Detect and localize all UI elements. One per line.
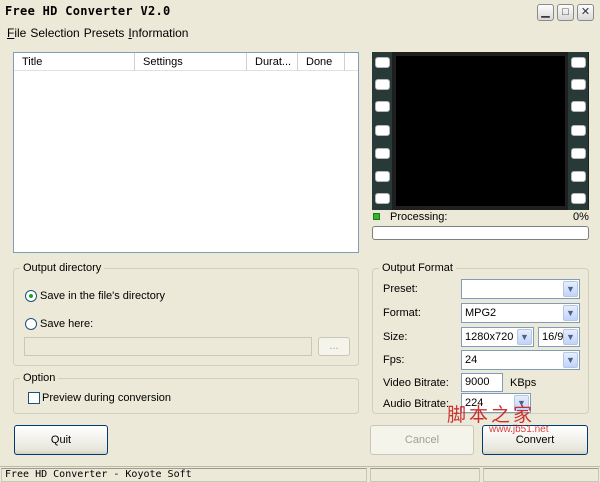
save-here-label[interactable]: Save here: [40,318,93,330]
quit-button[interactable]: Quit [14,425,108,455]
film-sprocket [375,57,390,68]
size-value: 1280x720 [465,331,514,343]
audio-bitrate-label: Audio Bitrate: [383,398,450,410]
chevron-down-icon[interactable]: ▼ [563,305,578,321]
title-bar[interactable]: Free HD Converter V2.0 ▁ □ ✕ [0,0,600,24]
window-title: Free HD Converter V2.0 [5,4,171,18]
maximize-button[interactable]: □ [557,4,574,21]
preview-screen [396,56,565,206]
file-list[interactable]: Title Settings Durat... Done [13,52,359,253]
film-sprocket [571,125,586,136]
film-sprocket [571,171,586,182]
film-sprocket [375,125,390,136]
output-format-group-title: Output Format [379,262,456,274]
film-sprocket [375,193,390,204]
conversion-progress-bar [372,226,589,240]
output-format-group: Output Format Preset: ▼ Format: MPG2 ▼ S… [372,262,589,414]
column-header-title[interactable]: Title [14,53,135,71]
status-bar: Free HD Converter - Koyote Soft [0,466,600,482]
site-watermark: 脚本之家 [447,404,536,426]
menu-presets-label: Presets [83,26,125,40]
preview-during-conversion-checkbox[interactable] [28,392,40,404]
film-sprocket [571,101,586,112]
video-preview [372,52,589,210]
menu-file-label: ile [14,26,27,40]
chevron-down-icon[interactable]: ▼ [563,329,578,345]
format-label: Format: [383,307,421,319]
film-sprocket [375,101,390,112]
option-group: Option Preview during conversion [13,372,359,414]
video-bitrate-input[interactable]: 9000 [461,373,503,392]
column-header-done[interactable]: Done [298,53,345,71]
chevron-down-icon[interactable]: ▼ [563,352,578,368]
preview-during-conversion-label[interactable]: Preview during conversion [42,392,171,404]
column-header-settings[interactable]: Settings [135,53,247,71]
film-sprocket [375,148,390,159]
film-strip-right [568,52,588,210]
chevron-down-icon[interactable]: ▼ [517,329,532,345]
status-text: Free HD Converter - Koyote Soft [1,468,367,482]
menu-information-label: nformation [131,26,189,40]
menu-selection[interactable]: Selection [28,25,81,41]
minimize-button[interactable]: ▁ [537,4,554,21]
menu-information[interactable]: Information [126,25,190,41]
menu-bar: File Selection Presets Information [0,25,600,42]
film-sprocket [375,171,390,182]
format-select[interactable]: MPG2 ▼ [461,303,580,323]
fps-label: Fps: [383,354,405,366]
format-value: MPG2 [465,307,497,319]
save-in-file-dir-radio[interactable] [25,290,37,302]
output-directory-group-title: Output directory [20,262,105,274]
menu-selection-label: Selection [30,26,80,40]
size-label: Size: [383,331,408,343]
menu-file[interactable]: File [0,25,28,41]
status-pane-middle [370,468,480,482]
preset-select[interactable]: ▼ [461,279,580,299]
radio-selected-dot [29,294,33,298]
option-group-title: Option [20,372,59,384]
aspect-ratio-value: 16/9 [542,331,564,343]
preset-label: Preset: [383,283,418,295]
fps-value: 24 [465,354,478,366]
cancel-button[interactable]: Cancel [370,425,474,455]
chevron-down-icon[interactable]: ▼ [563,281,578,297]
output-path-field[interactable] [24,337,312,356]
film-sprocket [571,148,586,159]
size-select[interactable]: 1280x720 ▼ [461,327,534,347]
processing-indicator-icon [373,213,380,220]
file-list-header: Title Settings Durat... Done [14,53,358,71]
status-pane-right [483,468,599,482]
close-button[interactable]: ✕ [577,4,594,21]
processing-percent: 0% [573,211,589,223]
browse-button[interactable]: ... [318,337,350,356]
film-sprocket [571,193,586,204]
menu-presets[interactable]: Presets [82,25,127,41]
film-strip-left [372,52,392,210]
save-in-file-dir-label[interactable]: Save in the file's directory [40,290,165,302]
video-bitrate-unit: KBps [510,377,537,389]
video-bitrate-label: Video Bitrate: [383,377,449,389]
save-here-radio[interactable] [25,318,37,330]
processing-label: Processing: [390,211,448,223]
film-sprocket [375,79,390,90]
film-sprocket [571,79,586,90]
output-directory-group: Output directory Save in the file's dire… [13,262,359,366]
aspect-ratio-select[interactable]: 16/9 ▼ [538,327,580,347]
column-header-duration[interactable]: Durat... [247,53,298,71]
film-sprocket [571,57,586,68]
fps-select[interactable]: 24 ▼ [461,350,580,370]
site-watermark-url: www.jb51.net [489,424,549,435]
